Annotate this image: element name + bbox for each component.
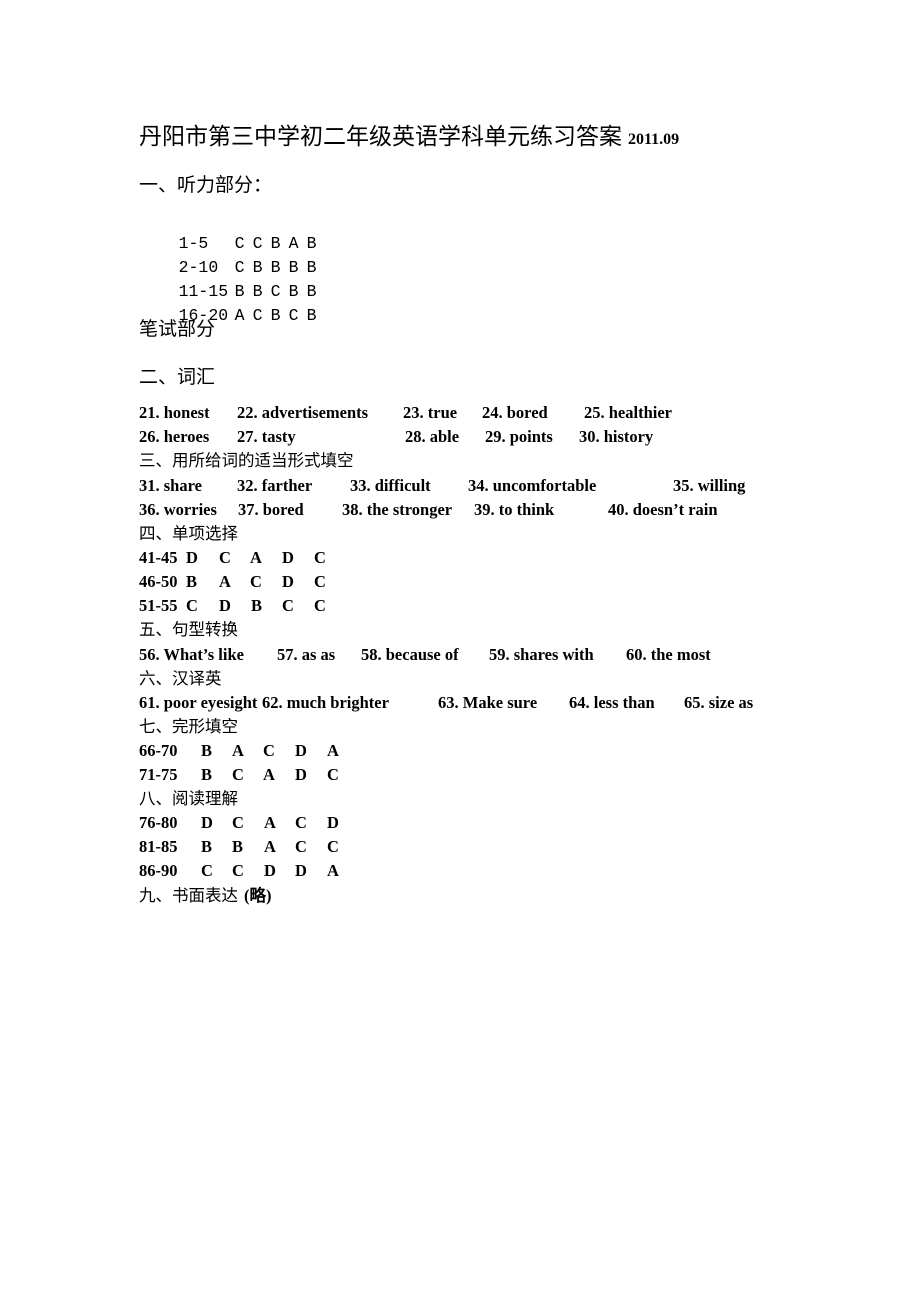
section-vocabulary-heading: 二、词汇	[139, 366, 216, 388]
writing-heading-text: 九、书面表达	[139, 886, 238, 905]
answer: C	[232, 813, 244, 832]
answer-item: 35. willing	[673, 476, 746, 495]
answer-item: 60. the most	[626, 645, 711, 664]
answer: C	[282, 596, 294, 615]
answer-item: 30. history	[579, 427, 654, 446]
section-listening-heading: 一、听力部分：	[139, 174, 273, 196]
answer-item: 56. What’s like	[139, 645, 244, 664]
answer-item: 40. doesn’t rain	[608, 500, 718, 519]
written-part-heading: 笔试部分	[139, 318, 216, 340]
answer: C	[201, 861, 213, 880]
answer-item: 59. shares with	[489, 645, 594, 664]
section-reading-heading: 八、阅读理解	[139, 789, 238, 808]
answer-item: 63. Make sure	[438, 693, 538, 712]
answer: C	[314, 572, 326, 591]
answer: D	[327, 813, 339, 832]
answer: D	[282, 548, 294, 567]
answer-item: 33. difficult	[350, 476, 431, 495]
row-range: 86-90	[139, 861, 178, 880]
answer-item: 31. share	[139, 476, 202, 495]
answer: A	[219, 572, 231, 591]
answer-item: 36. worries	[139, 500, 217, 519]
row-range: 81-85	[139, 837, 178, 856]
answer: C	[250, 572, 262, 591]
answer-item: 27. tasty	[237, 427, 296, 446]
answer: D	[295, 741, 307, 760]
row-range: 66-70	[139, 741, 178, 760]
answer: B	[251, 596, 263, 615]
document-title: 丹阳市第三中学初二年级英语学科单元练习答案 2011.09	[139, 122, 679, 155]
answer: C	[314, 596, 326, 615]
section-translation-heading: 六、汉译英	[139, 669, 222, 688]
answer-item: 64. less than	[569, 693, 655, 712]
answer: D	[186, 548, 198, 567]
answer-item: 24. bored	[482, 403, 548, 422]
answer: A	[264, 813, 276, 832]
answer-item: 38. the stronger	[342, 500, 453, 519]
answer: B	[232, 837, 244, 856]
answer: D	[295, 765, 307, 784]
answer: C	[288, 306, 299, 325]
answer-item: 34. uncomfortable	[468, 476, 597, 495]
answer-item: 22. advertisements	[237, 403, 369, 422]
answer: A	[327, 741, 339, 760]
answer-item: 26. heroes	[139, 427, 210, 446]
answer: A	[232, 741, 244, 760]
answer: B	[306, 306, 317, 325]
section-cloze-heading: 七、完形填空	[139, 717, 238, 736]
answer: A	[327, 861, 339, 880]
answer: A	[250, 548, 262, 567]
answer-item: 57. as as	[277, 645, 336, 664]
row-range: 41-45	[139, 548, 178, 567]
answer-item: 65. size as	[684, 693, 754, 712]
answer: A	[263, 765, 275, 784]
answer: B	[270, 306, 281, 325]
section-word-forms-heading: 三、用所给词的适当形式填空	[139, 451, 354, 470]
answer: C	[263, 741, 275, 760]
row-range: 51-55	[139, 596, 178, 615]
answer: C	[252, 306, 263, 325]
answer: C	[232, 765, 244, 784]
answer: C	[327, 765, 339, 784]
answer: A	[264, 837, 276, 856]
row-range: 76-80	[139, 813, 178, 832]
title-date: 2011.09	[628, 131, 680, 148]
section-writing-heading: 九、书面表达 (略)	[139, 884, 272, 908]
answer: B	[186, 572, 198, 591]
answer-item: 28. able	[405, 427, 460, 446]
answer: D	[282, 572, 294, 591]
answer-item: 21. honest	[139, 403, 210, 422]
answer-item: 61. poor eyesight	[139, 693, 258, 712]
title-text: 丹阳市第三中学初二年级英语学科单元练习答案	[139, 124, 622, 150]
answer-item: 29. points	[485, 427, 553, 446]
answer-item: 32. farther	[237, 476, 313, 495]
answer: C	[314, 548, 326, 567]
answer: C	[295, 837, 307, 856]
answer: B	[201, 741, 213, 760]
answer: C	[186, 596, 198, 615]
answer: D	[264, 861, 276, 880]
row-range: 71-75	[139, 765, 178, 784]
section-sentence-transform-heading: 五、句型转换	[139, 620, 238, 639]
answer: B	[201, 837, 213, 856]
writing-note: (略)	[244, 886, 272, 905]
row-range: 46-50	[139, 572, 178, 591]
answer-item: 37. bored	[238, 500, 304, 519]
answer: B	[201, 765, 213, 784]
answer: C	[327, 837, 339, 856]
answer-item: 39. to think	[474, 500, 555, 519]
answer: D	[201, 813, 213, 832]
answer-item: 58. because of	[361, 645, 459, 664]
answer-item: 25. healthier	[584, 403, 672, 422]
answer-item: 62. much brighter	[262, 693, 389, 712]
answer: C	[219, 548, 231, 567]
answer: D	[295, 861, 307, 880]
answer: C	[295, 813, 307, 832]
answer: A	[234, 306, 245, 325]
answer: C	[232, 861, 244, 880]
answer-item: 23. true	[403, 403, 458, 422]
answer: D	[219, 596, 231, 615]
section-multiple-choice-heading: 四、单项选择	[139, 524, 238, 543]
